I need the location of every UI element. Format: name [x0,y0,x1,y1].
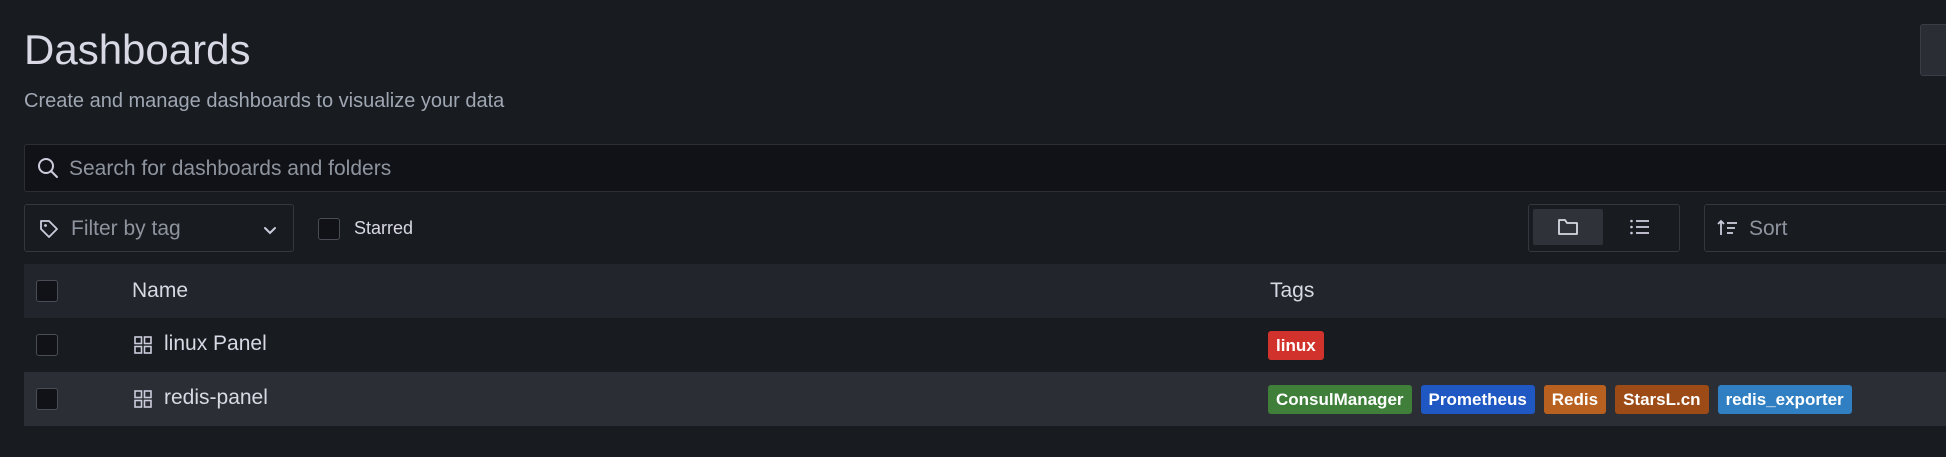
tag-badge[interactable]: Prometheus [1420,385,1535,414]
search-bar[interactable] [24,144,1946,193]
search-input[interactable] [67,145,1871,193]
new-button[interactable] [1920,24,1946,76]
dashboard-name-link[interactable]: linux Panel [164,332,267,356]
tag-badge[interactable]: StarsL.cn [1615,385,1709,414]
tag-list: ConsulManager Prometheus Redis StarsL.cn… [1268,385,1852,414]
tag-list: linux [1268,331,1324,360]
table-row[interactable]: linux Panel linux [24,318,1946,372]
tag-icon [39,219,59,244]
starred-checkbox[interactable] [318,218,340,240]
select-all-checkbox[interactable] [36,280,58,302]
sort-select[interactable]: Sort [1704,204,1946,252]
starred-label: Starred [354,218,414,238]
chevron-down-icon [263,223,277,241]
table-header: Name Tags [24,264,1946,318]
tag-badge[interactable]: ConsulManager [1268,385,1412,414]
dashboard-icon [134,390,152,413]
column-header-name[interactable]: Name [132,279,188,303]
tag-badge[interactable]: redis_exporter [1717,385,1852,414]
search-icon [37,157,59,184]
folder-icon [1557,217,1579,242]
dashboard-name-link[interactable]: redis-panel [164,386,268,410]
row-checkbox[interactable] [36,334,58,356]
filter-by-tag-select[interactable]: Filter by tag [24,204,294,252]
dashboard-icon [134,336,152,359]
list-view-button[interactable] [1605,209,1675,245]
sort-icon [1717,219,1739,242]
tag-badge[interactable]: linux [1268,331,1324,360]
view-toggle [1528,204,1680,252]
row-checkbox[interactable] [36,388,58,410]
folder-view-button[interactable] [1533,209,1603,245]
filter-label: Filter by tag [71,217,181,240]
page-title: Dashboards [24,26,251,73]
sort-label: Sort [1749,217,1788,240]
list-icon [1629,218,1651,241]
table-row[interactable]: redis-panel ConsulManager Prometheus Red… [24,372,1946,426]
column-header-tags: Tags [1270,279,1315,302]
page-subtitle: Create and manage dashboards to visualiz… [24,90,505,112]
tag-badge[interactable]: Redis [1543,385,1607,414]
